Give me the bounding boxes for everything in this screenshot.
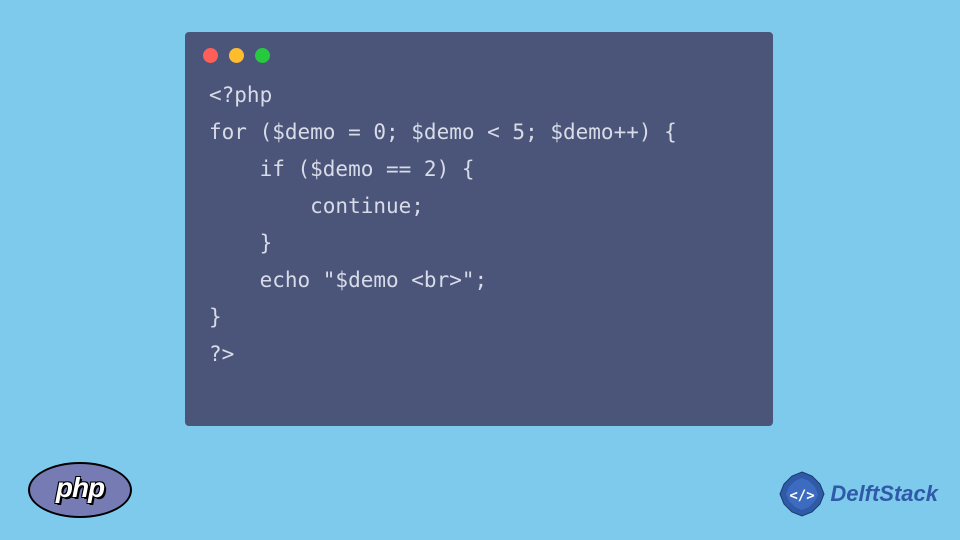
code-line: } [209,305,222,329]
minimize-icon [229,48,244,63]
code-line: ?> [209,342,234,366]
php-logo-text: php [56,472,104,504]
code-line: <?php [209,83,272,107]
code-content: <?php for ($demo = 0; $demo < 5; $demo++… [185,71,773,379]
php-logo: php [28,462,132,522]
delftstack-text: DelftStack [830,481,938,507]
code-window: <?php for ($demo = 0; $demo < 5; $demo++… [185,32,773,426]
code-line: if ($demo == 2) { [209,157,475,181]
code-line: echo "$demo <br>"; [209,268,487,292]
code-line: continue; [209,194,424,218]
code-line: for ($demo = 0; $demo < 5; $demo++) { [209,120,677,144]
delftstack-badge-icon: </> [778,470,826,518]
maximize-icon [255,48,270,63]
delftstack-logo: </> DelftStack [778,470,938,518]
close-icon [203,48,218,63]
php-logo-ellipse: php [28,462,132,518]
window-controls [185,32,773,71]
svg-text:</>: </> [790,488,815,504]
code-line: } [209,231,272,255]
